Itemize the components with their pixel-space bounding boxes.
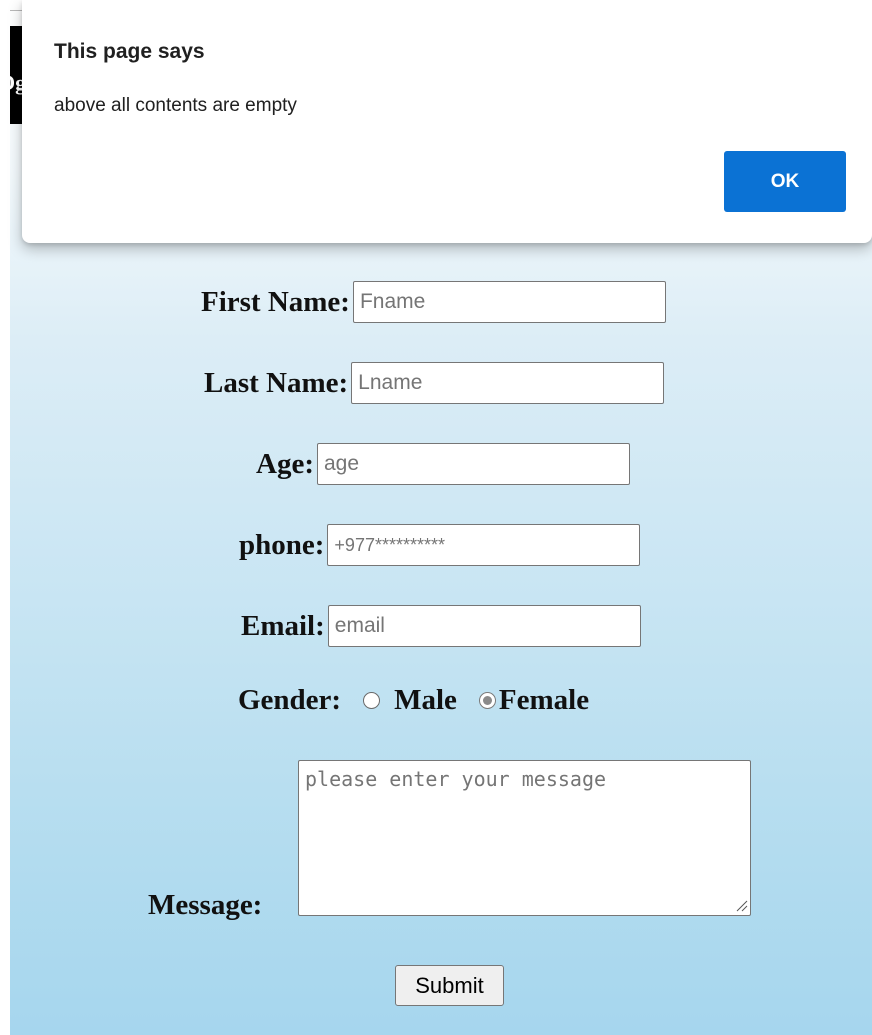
resize-grip-icon[interactable]: [735, 899, 748, 912]
gender-female-label: Female: [498, 684, 590, 716]
phone-input[interactable]: [327, 524, 641, 566]
ok-button[interactable]: OK: [724, 151, 846, 212]
last-name-label: Last Name:: [204, 366, 349, 399]
last-name-row: Last Name:: [204, 362, 665, 404]
age-label: Age:: [256, 447, 314, 480]
gender-female-radio[interactable]: [478, 692, 496, 709]
first-name-row: First Name:: [201, 281, 666, 323]
email-input[interactable]: [327, 605, 641, 647]
dialog-message: above all contents are empty: [54, 95, 297, 116]
email-label: Email:: [241, 609, 325, 642]
dialog-title: This page says: [54, 40, 205, 63]
window-left-margin: [0, 0, 10, 1035]
email-row: Email:: [241, 605, 641, 647]
gender-male-label: Male: [394, 684, 457, 716]
gender-male-radio[interactable]: [363, 692, 381, 709]
gender-row: Gender: Male Female: [238, 684, 589, 717]
first-name-input[interactable]: [352, 281, 666, 323]
alert-dialog: This page says above all contents are em…: [22, 0, 872, 243]
message-textarea[interactable]: [298, 760, 751, 916]
phone-row: phone:: [239, 524, 641, 566]
window-top-edge: [10, 10, 22, 11]
age-row: Age:: [256, 443, 630, 485]
message-label: Message:: [148, 889, 263, 921]
phone-label: phone:: [239, 528, 325, 561]
gender-label: Gender:: [238, 684, 342, 716]
last-name-input[interactable]: [351, 362, 665, 404]
first-name-label: First Name:: [201, 285, 350, 318]
submit-button[interactable]: Submit: [395, 965, 504, 1006]
age-input[interactable]: [316, 443, 630, 485]
